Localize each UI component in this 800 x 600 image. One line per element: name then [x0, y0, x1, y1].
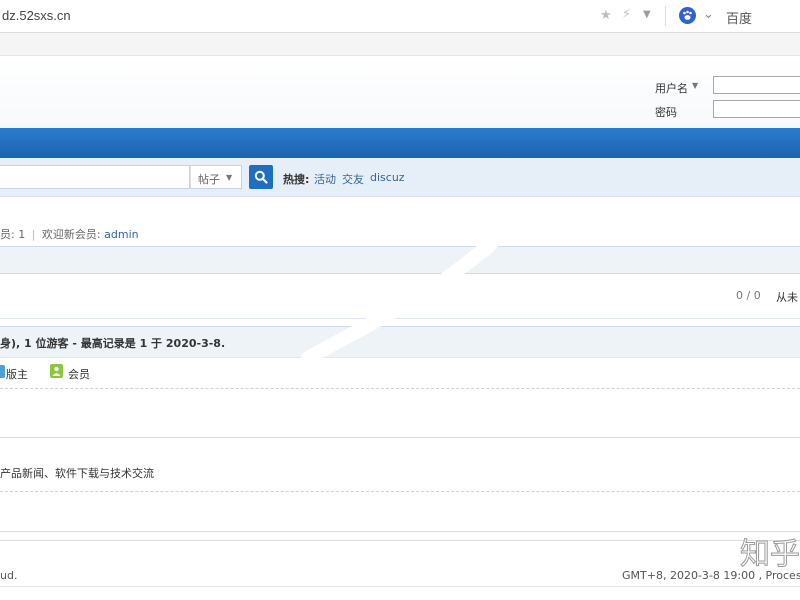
bookmark-star-icon[interactable]: ★ — [600, 8, 612, 23]
toolbar-divider — [665, 6, 666, 26]
hot-search-link-dating[interactable]: 交友 — [342, 171, 364, 187]
member-count-text: 员: 1 — [0, 228, 26, 241]
member-icon — [50, 364, 63, 378]
search-input[interactable] — [0, 165, 190, 189]
welcome-text: 欢迎新会员: — [41, 228, 101, 241]
password-label: 密码 — [655, 106, 677, 119]
main-nav-bar — [0, 128, 800, 158]
online-users-summary: 身), 1 位游客 - 最高记录是 1 于 2020-3-8. — [0, 337, 226, 350]
search-engine-name[interactable]: 百度 — [726, 8, 752, 27]
username-input[interactable] — [713, 76, 800, 94]
search-button[interactable] — [249, 165, 273, 189]
stats-separator: | — [31, 228, 36, 241]
forum-description-box — [0, 437, 800, 532]
bottom-divider — [0, 586, 800, 587]
zhihu-watermark-logo: 知乎 — [740, 537, 800, 573]
dashed-divider — [0, 491, 800, 492]
search-engine-chevron-icon[interactable]: ⌄ — [703, 7, 714, 22]
hot-search-link-activity[interactable]: 活动 — [314, 171, 336, 187]
legend-moderator: 版主 — [6, 368, 28, 381]
lightning-icon[interactable]: ⚡ — [622, 7, 631, 22]
bookmarks-bar — [0, 33, 800, 56]
forum-thread-post-count: 0 / 0 — [736, 289, 761, 302]
username-label[interactable]: 用户名 — [655, 80, 688, 96]
svg-text:知乎: 知乎 — [740, 537, 800, 572]
moderator-icon — [0, 365, 5, 378]
address-bar-url[interactable]: dz.52sxs.cn — [2, 8, 71, 23]
site-stats: 员: 1 | 欢迎新会员: admin — [0, 226, 139, 242]
legend-member: 会员 — [68, 368, 90, 381]
username-type-chevron-icon[interactable]: ▼ — [692, 81, 698, 90]
search-icon — [254, 170, 268, 184]
new-member-link[interactable]: admin — [104, 228, 138, 241]
password-input[interactable] — [713, 100, 800, 118]
baidu-paw-icon[interactable] — [679, 7, 696, 24]
search-type-chevron-icon[interactable]: ▼ — [226, 173, 232, 182]
redaction-scribble — [301, 233, 502, 365]
chevron-down-icon[interactable]: ▼ — [643, 9, 651, 20]
hot-search-link-discuz[interactable]: discuz — [370, 171, 405, 184]
forum-description: 产品新闻、软件下载与技术交流 — [0, 467, 154, 480]
hot-search-label: 热搜: — [283, 173, 310, 186]
forum-last-post: 从未 — [776, 291, 798, 304]
footer-powered-by: ud. — [0, 569, 18, 582]
search-type-label[interactable]: 帖子 — [198, 171, 220, 187]
dashed-divider — [0, 388, 800, 389]
footer-divider — [0, 540, 800, 541]
